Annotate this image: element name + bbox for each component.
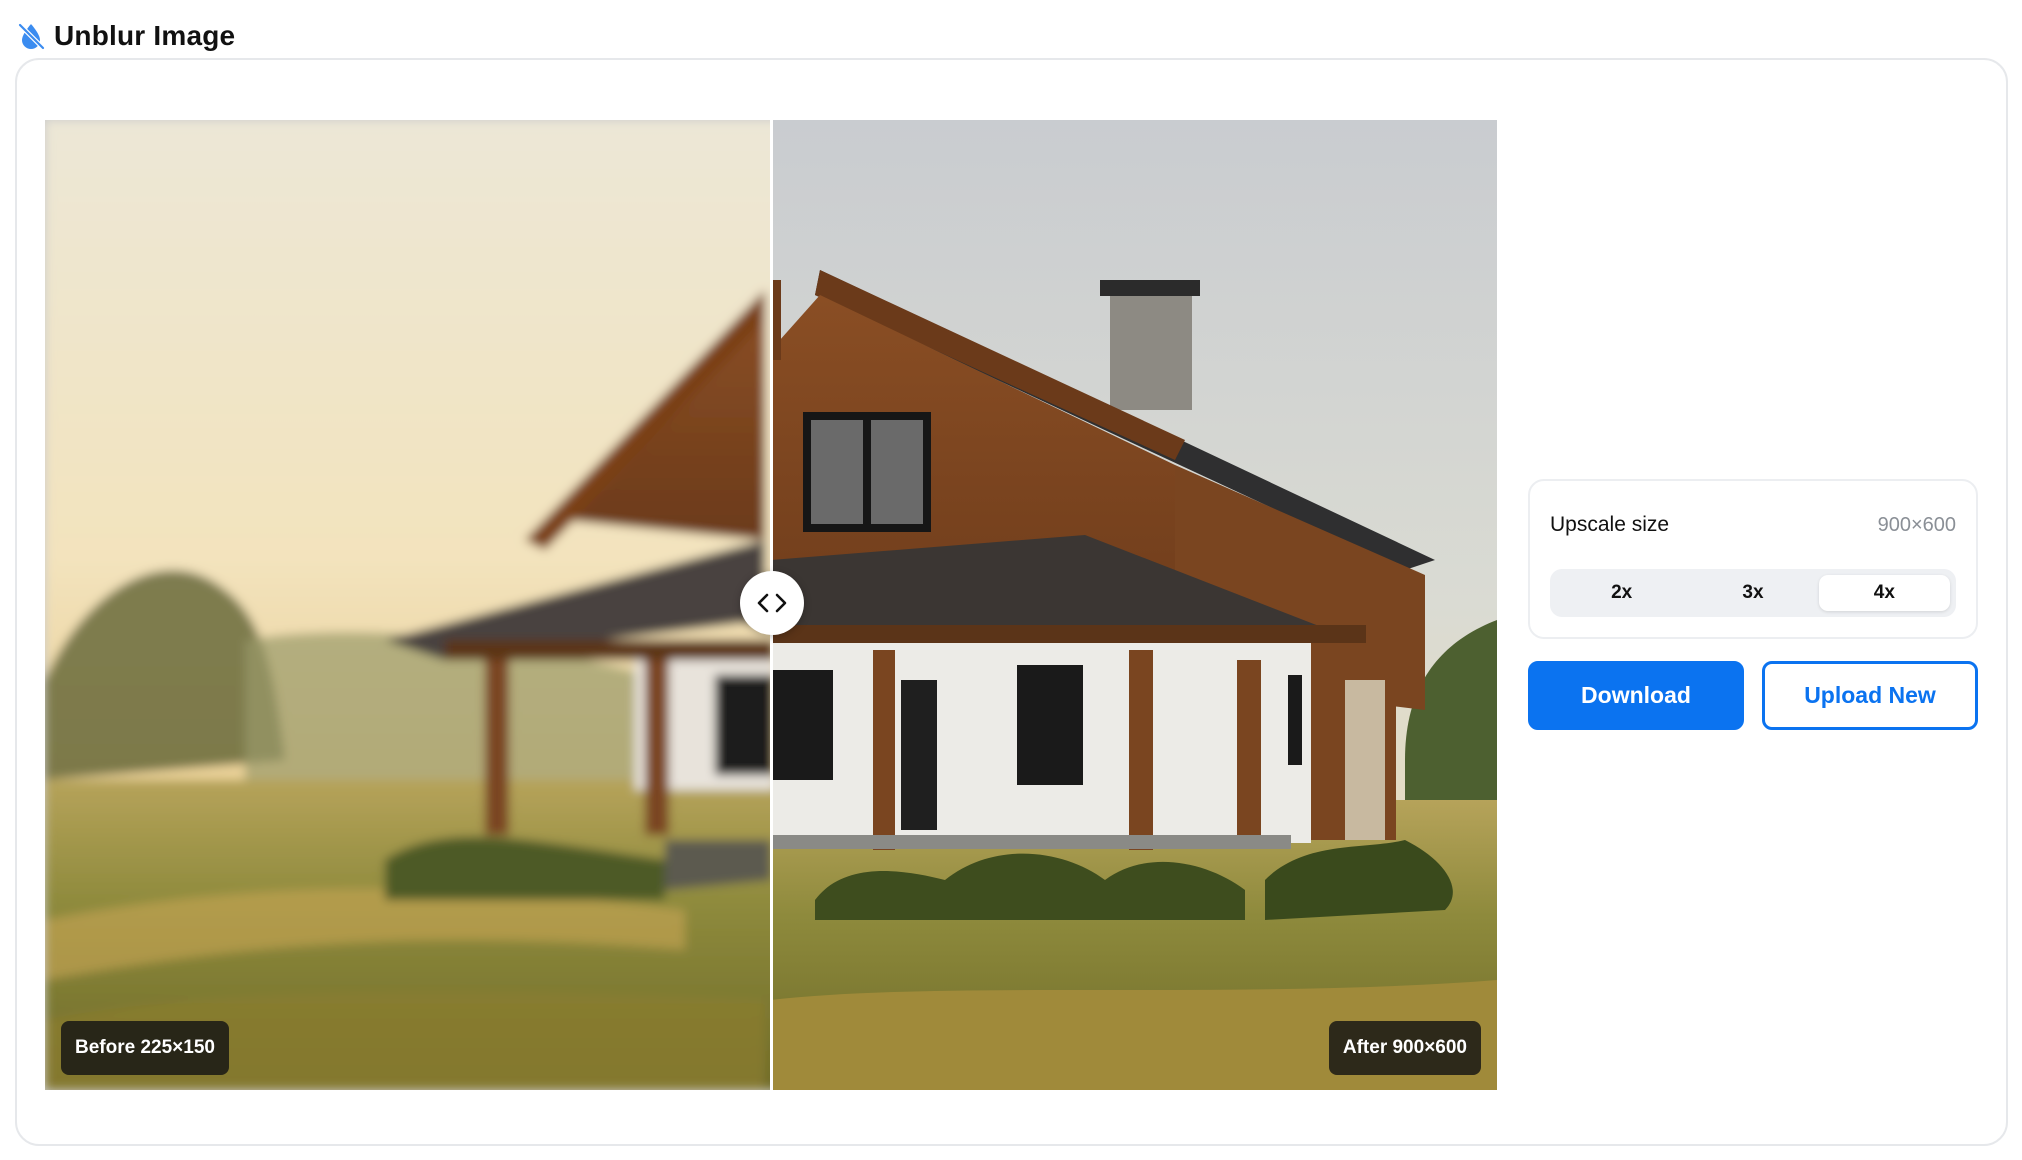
- image-comparison[interactable]: Before 225×150 After 900×600: [45, 120, 1497, 1090]
- upscale-option-2x[interactable]: 2x: [1556, 575, 1687, 611]
- comparison-slider-handle[interactable]: [740, 571, 804, 635]
- upscale-option-3x[interactable]: 3x: [1687, 575, 1818, 611]
- before-label: Before 225×150: [61, 1021, 229, 1075]
- page-title: Unblur Image: [54, 20, 236, 51]
- upload-new-button[interactable]: Upload New: [1762, 661, 1978, 730]
- upscale-size-row: Upscale size 900×600: [1550, 505, 1956, 545]
- chevrons-left-right-icon: [757, 593, 787, 613]
- download-button[interactable]: Download: [1528, 661, 1744, 730]
- upscale-panel: Upscale size 900×600 2x 3x 4x: [1528, 479, 1978, 639]
- upscale-size-label: Upscale size: [1550, 513, 1670, 536]
- after-label: After 900×600: [1328, 1021, 1481, 1075]
- droplet-slash-icon: [17, 22, 46, 51]
- upscale-option-4x[interactable]: 4x: [1818, 575, 1950, 611]
- app-header: Unblur Image: [16, 16, 235, 56]
- upscale-size-value: 900×600: [1877, 513, 1956, 536]
- upscale-factor-selector: 2x 3x 4x: [1550, 569, 1956, 617]
